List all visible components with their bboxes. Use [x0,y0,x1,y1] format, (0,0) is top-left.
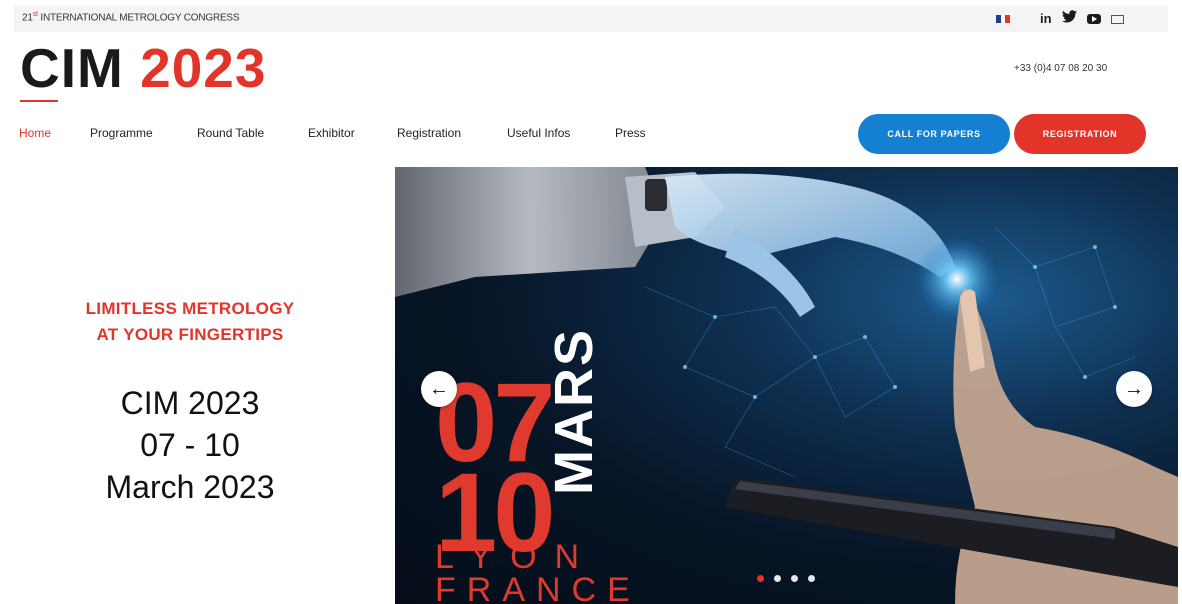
nav-item-useful-infos[interactable]: Useful Infos [507,126,570,140]
logo-underline [20,100,58,102]
phone-number[interactable]: +33 (0)4 07 08 20 30 [1014,63,1107,74]
site-logo[interactable]: CIM 2023 [20,36,266,100]
carousel-dots [757,575,815,582]
slide-month: MARS [544,328,604,495]
nav-item-round-table[interactable]: Round Table [197,126,264,140]
event-month: March 2023 [105,469,275,505]
youtube-icon[interactable] [1086,14,1101,24]
french-flag-icon[interactable] [996,15,1011,23]
slide-city: LYON [435,538,598,576]
carousel-dot-3[interactable] [791,575,798,582]
congress-number: 21 [22,12,33,24]
logo-year: 2023 [140,37,267,99]
nav-item-home[interactable]: Home [19,126,51,140]
carousel-dot-4[interactable] [808,575,815,582]
nav-item-press[interactable]: Press [615,126,646,140]
registration-button[interactable]: REGISTRATION [1014,114,1146,154]
slide-country: FRANCE [435,571,641,604]
logo-cim: CIM [20,37,124,99]
nav-item-registration[interactable]: Registration [397,126,461,140]
social-links: in [1040,10,1124,27]
prev-arrow-icon[interactable]: ← [421,371,457,407]
carousel-dot-2[interactable] [774,575,781,582]
twitter-icon[interactable] [1061,10,1077,27]
hero-tagline: LIMITLESS METROLOGY AT YOUR FINGERTIPS [40,296,340,348]
congress-ordinal: st [32,11,38,18]
event-info: CIM 2023 07 - 10 March 2023 [40,382,340,508]
congress-text: INTERNATIONAL METROLOGY CONGRESS [40,12,240,24]
carousel-dot-1[interactable] [757,575,764,582]
mail-icon[interactable] [1110,14,1124,24]
nav-item-exhibitor[interactable]: Exhibitor [308,126,355,140]
tagline-line-1: LIMITLESS METROLOGY [85,299,295,318]
event-name: CIM 2023 [120,385,260,421]
next-arrow-icon[interactable]: → [1116,371,1152,407]
congress-label: 21st INTERNATIONAL METROLOGY CONGRESS [22,11,240,24]
top-bar: 21st INTERNATIONAL METROLOGY CONGRESS in [14,6,1168,32]
hero-carousel[interactable]: 07 10 MARS LYON FRANCE ← → [395,167,1178,604]
nav-item-programme[interactable]: Programme [90,126,153,140]
linkedin-icon[interactable]: in [1040,11,1052,27]
tagline-line-2: AT YOUR FINGERTIPS [96,325,284,344]
call-for-papers-button[interactable]: CALL FOR PAPERS [858,114,1010,154]
event-days: 07 - 10 [140,427,240,463]
